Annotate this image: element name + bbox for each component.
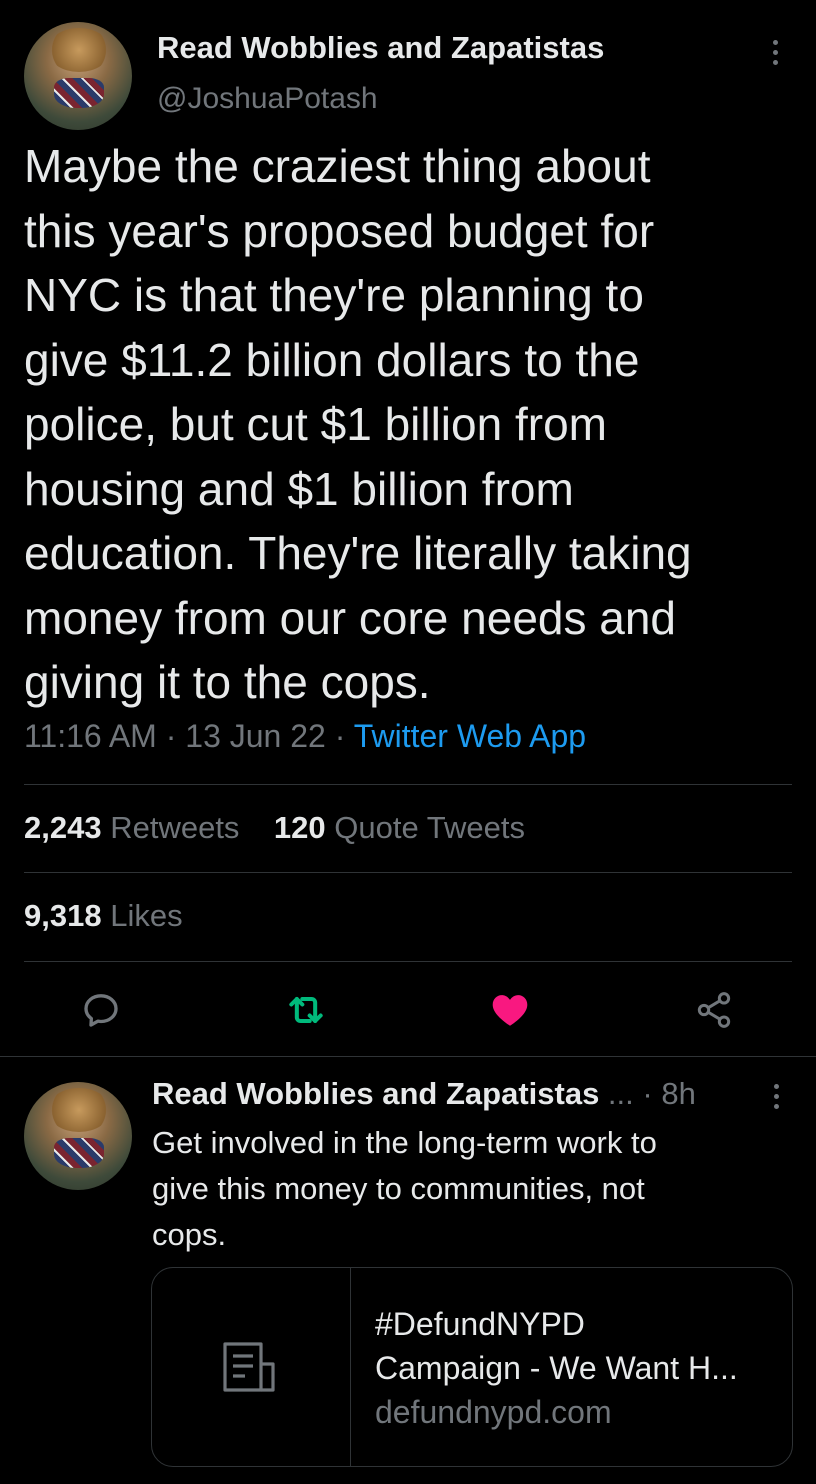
display-name[interactable]: Read Wobblies and Zapatistas [152,1076,599,1111]
meta-separator: · [156,718,186,754]
share-button[interactable] [692,988,736,1032]
like-button[interactable] [488,988,532,1032]
quotes-count: 120 [273,810,326,845]
avatar-mask [54,78,104,109]
card-title: #DefundNYPD Campaign - We Want H... [375,1306,738,1386]
avatar[interactable] [24,1082,132,1190]
retweet-icon [289,996,323,1024]
reply-header: Read Wobblies and Zapatistas ... · 8h [152,1076,696,1112]
reply-text: Get involved in the long-term work to gi… [152,1125,657,1252]
retweets-count: 2,243 [24,810,102,845]
avatar[interactable] [24,22,132,130]
divider [24,961,792,962]
likes-count: 9,318 [24,898,102,933]
avatar-hair [47,28,111,72]
name-truncation: ... [599,1076,634,1111]
likes-stats: 9,318 Likes [24,898,183,934]
retweet-button[interactable] [284,988,328,1032]
likes-label: Likes [110,898,183,933]
reply-time[interactable]: 8h [661,1076,695,1111]
likes-link[interactable]: 9,318 Likes [24,898,183,933]
retweets-label: Retweets [110,810,240,845]
more-vertical-icon[interactable] [769,40,781,65]
tweet-text: Maybe the craziest thing about this year… [24,140,692,708]
card-body: #DefundNYPD Campaign - We Want H... defu… [351,1268,792,1466]
tweet-meta: 11:16 AM · 13 Jun 22 · Twitter Web App [24,718,586,755]
user-handle[interactable]: @JoshuaPotash [157,82,378,116]
divider [24,872,792,873]
display-name[interactable]: Read Wobblies and Zapatistas [157,30,604,66]
tweet-time[interactable]: 11:16 AM [24,718,157,754]
section-divider [0,1056,816,1057]
link-card[interactable]: #DefundNYPD Campaign - We Want H... defu… [151,1267,793,1467]
reply-icon [84,994,118,1027]
quotes-label: Quote Tweets [334,810,525,845]
share-icon [697,992,731,1028]
card-thumbnail [152,1268,351,1466]
meta-separator: · [325,718,354,754]
more-vertical-icon[interactable] [770,1084,782,1109]
divider [24,784,792,785]
heart-icon [492,995,528,1026]
reply-button[interactable] [79,988,123,1032]
document-icon [223,1342,275,1392]
retweets-link[interactable]: 2,243 Retweets [24,810,239,845]
quote-tweets-link[interactable]: 120 Quote Tweets [274,810,525,845]
tweet-source-link[interactable]: Twitter Web App [354,718,586,754]
card-domain: defundnypd.com [375,1394,612,1430]
avatar-mask [54,1138,104,1169]
header-separator: · [633,1076,662,1111]
retweet-stats: 2,243 Retweets 120 Quote Tweets [24,810,525,846]
avatar-hair [47,1088,111,1132]
tweet-date[interactable]: 13 Jun 22 [185,718,326,754]
